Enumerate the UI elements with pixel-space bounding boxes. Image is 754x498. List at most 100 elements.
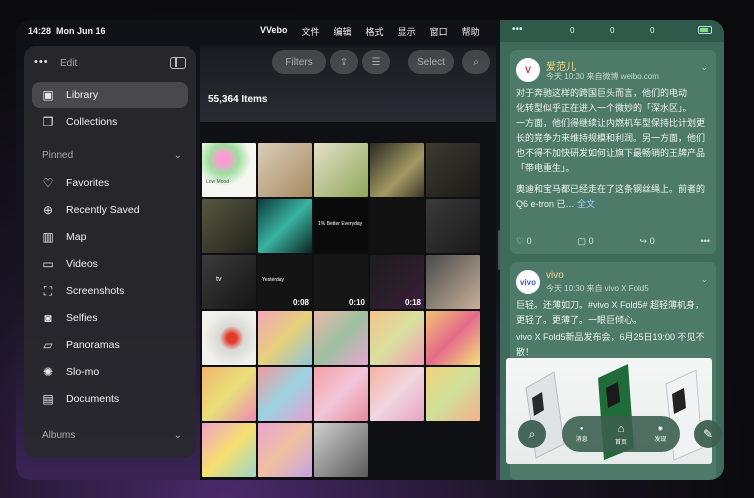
sidebar-item-documents[interactable]: ▤ Documents [32,386,188,412]
photo-thumbnail[interactable] [370,199,424,253]
repost-button[interactable]: ↪ 0 [640,236,655,247]
photo-thumbnail[interactable] [202,311,256,365]
video-thumbnail[interactable]: 0:18 [370,255,424,309]
photo-thumbnail[interactable] [202,423,256,477]
select-button[interactable]: Select [408,50,454,74]
photo-thumbnail[interactable] [258,143,312,197]
chevron-down-icon[interactable]: ⌄ [700,274,708,285]
post-text: 巨轻。还薄如刀。#vivo X Fold5# 超轻薄机身， 更轻了。更薄了。一眼… [516,300,705,357]
sidebar-item-library[interactable]: ▣ Library [32,82,188,108]
video-thumbnail[interactable]: 0:10 [314,255,368,309]
sidebar-item-slo-mo[interactable]: ✺ Slo-mo [32,359,188,385]
photo-thumbnail[interactable] [370,367,424,421]
menu-help[interactable]: 帮助 [462,25,480,38]
top-count-2: 0 [610,26,615,35]
menu-app[interactable]: VVebo [260,25,288,38]
chevron-down-icon: ⌄ [173,430,182,441]
selfie-icon: ◙ [44,311,52,325]
photo-thumbnail[interactable] [258,199,312,253]
photo-library-icon: ▣ [42,88,54,102]
menu-format[interactable]: 格式 [366,25,384,38]
tab-discover[interactable]: ◉ 发现 [654,425,666,443]
menu-window[interactable]: 窗口 [430,25,448,38]
photo-thumbnail[interactable] [202,199,256,253]
photo-thumbnail[interactable] [426,311,480,365]
more-dots-icon[interactable]: ••• [34,56,49,68]
heart-icon: ♡ [42,176,54,190]
like-button[interactable]: ♡ 0 [516,236,532,247]
post-username[interactable]: vivo [546,270,564,281]
compose-icon[interactable]: ✎ [694,420,722,448]
share-icon[interactable]: ⇪ [330,50,358,74]
chevron-down-icon: ⌄ [173,150,182,161]
video-thumbnail[interactable]: tv [202,255,256,309]
photo-thumbnail[interactable]: 1% Better Everyday [314,199,368,253]
search-icon[interactable]: ⌕ [518,420,546,448]
menu-file[interactable]: 文件 [302,25,320,38]
collections-icon: ❐ [42,115,54,129]
home-icon: ⌂ [617,422,625,435]
photo-thumbnail[interactable] [258,311,312,365]
document-icon: ▤ [42,392,54,406]
sidebar-item-panoramas[interactable]: ▱ Panoramas [32,332,188,358]
weibo-post[interactable]: V 爱范儿 今天 10:30 来自微博 weibo.com ⌄ 对于奔驰这样的跨… [510,50,716,254]
status-time: 14:28 Mon Jun 16 [28,26,106,36]
sort-icon[interactable]: ☰ [362,50,390,74]
photos-sidebar: ••• Edit ▣ Library ❐ Collections Pinned ⌄… [24,46,196,458]
photo-thumbnail[interactable] [426,199,480,253]
sidebar-item-videos[interactable]: ▭ Videos [32,251,188,277]
tab-dock: ● 消息 ⌂ 首页 ◉ 发现 [562,416,680,452]
map-icon: ▥ [42,230,54,244]
post-meta: 今天 10:30 来自 vivo X Fold5 [546,284,649,293]
photo-thumbnail[interactable] [258,423,312,477]
albums-section-header[interactable]: Albums ⌄ [42,430,182,441]
sidebar-item-selfies[interactable]: ◙ Selfies [32,305,188,331]
menu-edit[interactable]: 编辑 [334,25,352,38]
vvebo-panel: ••• 0 0 0 V 爱范儿 今天 10:30 来自微博 weibo.com … [500,20,724,480]
sidebar-item-screenshots[interactable]: ⛶ Screenshots [32,278,188,304]
more-dots-icon[interactable]: ••• [512,24,523,35]
photo-thumbnail[interactable] [426,255,480,309]
photo-thumbnail[interactable] [314,367,368,421]
photo-thumbnail[interactable] [258,367,312,421]
sidebar-toggle-icon[interactable] [170,57,186,69]
ipad-screen: 14:28 Mon Jun 16 VVebo 文件 编辑 格式 显示 窗口 帮助… [16,20,724,480]
panorama-icon: ▱ [43,338,53,352]
sidebar-item-collections[interactable]: ❐ Collections [32,109,188,135]
photo-thumbnail[interactable] [314,311,368,365]
filters-button[interactable]: Filters [272,50,326,74]
menu-view[interactable]: 显示 [398,25,416,38]
photo-thumbnail[interactable] [370,143,424,197]
edit-button[interactable]: Edit [60,58,77,69]
avatar[interactable]: vivo [516,270,540,294]
sidebar-item-map[interactable]: ▥ Map [32,224,188,250]
recently-saved-icon: ⊕ [42,203,54,217]
pinned-section-header[interactable]: Pinned ⌄ [42,150,182,161]
avatar[interactable]: V [516,58,540,82]
sidebar-item-recently-saved[interactable]: ⊕ Recently Saved [32,197,188,223]
comment-button[interactable]: ▢ 0 [578,236,594,247]
discover-icon: ◉ [657,426,663,432]
top-count-1: 0 [570,26,575,35]
read-more-link[interactable]: 全文 [577,199,595,209]
photo-thumbnail[interactable] [370,311,424,365]
photo-thumbnail[interactable] [426,367,480,421]
more-dots-icon[interactable]: ••• [701,236,710,247]
top-count-3: 0 [650,26,655,35]
tab-home[interactable]: ⌂ 首页 [615,423,627,446]
grid-header: Filters ⇪ ☰ Select ⌕ 55,364 Items [200,46,496,122]
menu-bar: VVebo 文件 编辑 格式 显示 窗口 帮助 [260,25,480,38]
photo-thumbnail[interactable] [426,143,480,197]
panel-top-bar: ••• 0 0 0 [500,20,724,42]
search-icon[interactable]: ⌕ [462,50,490,74]
video-icon: ▭ [42,257,54,271]
photo-thumbnail[interactable] [202,367,256,421]
tab-messages[interactable]: ● 消息 [576,426,588,443]
photo-thumbnail[interactable] [314,423,368,477]
video-thumbnail[interactable]: Yesterday 0:08 [258,255,312,309]
sidebar-item-favorites[interactable]: ♡ Favorites [32,170,188,196]
photo-thumbnail[interactable] [314,143,368,197]
photo-thumbnail[interactable]: Low Mood [202,143,256,197]
chevron-down-icon[interactable]: ⌄ [700,62,708,73]
post-meta: 今天 10:30 来自微博 weibo.com [546,72,659,81]
